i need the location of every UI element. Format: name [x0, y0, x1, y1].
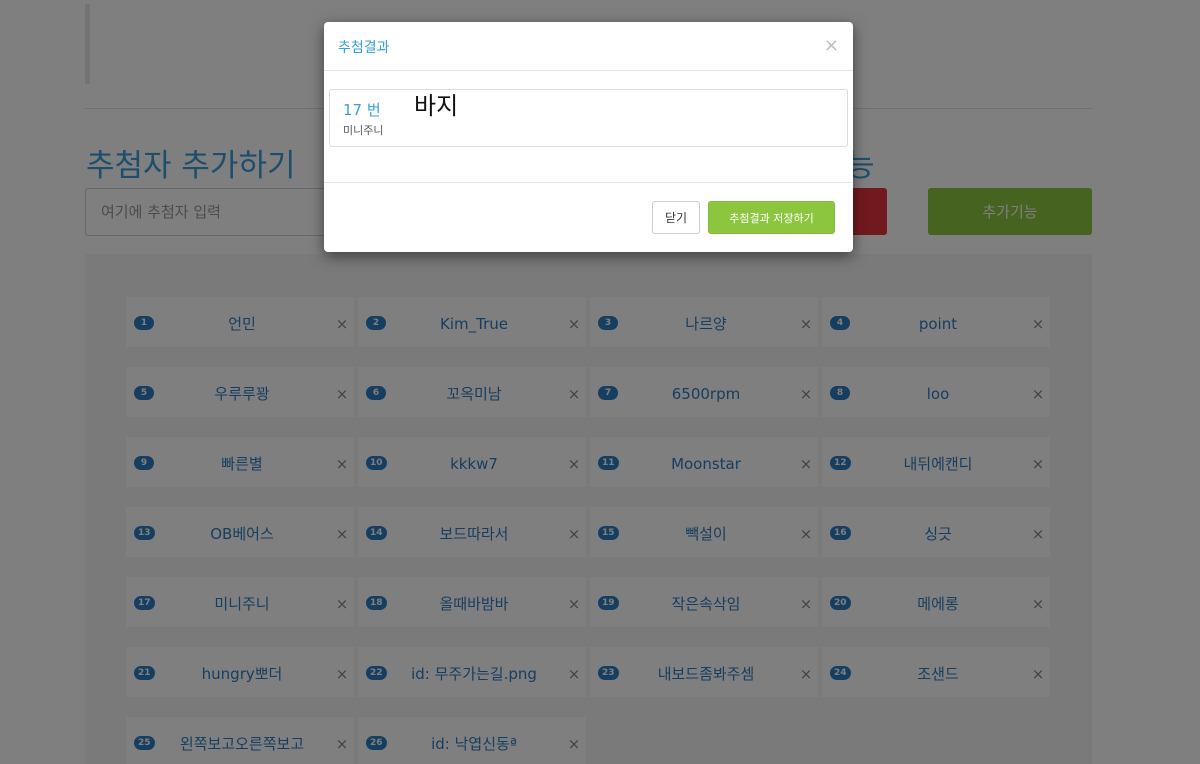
result-number: 17 번	[343, 101, 381, 119]
modal-title: 추첨결과	[338, 40, 390, 56]
result-modal: 추첨결과 × 17 번 미니주니 바지 닫기 추첨결과 저장하기	[324, 22, 853, 252]
result-winner-name: 미니주니	[343, 124, 384, 137]
result-prize: 바지	[414, 92, 459, 120]
modal-footer: 닫기 추첨결과 저장하기	[324, 182, 853, 252]
close-icon[interactable]: ×	[824, 35, 839, 56]
close-button[interactable]: 닫기	[652, 201, 700, 234]
modal-header: 추첨결과 ×	[324, 22, 853, 71]
result-card: 17 번 미니주니 바지	[329, 89, 848, 147]
save-result-button[interactable]: 추첨결과 저장하기	[708, 201, 835, 234]
